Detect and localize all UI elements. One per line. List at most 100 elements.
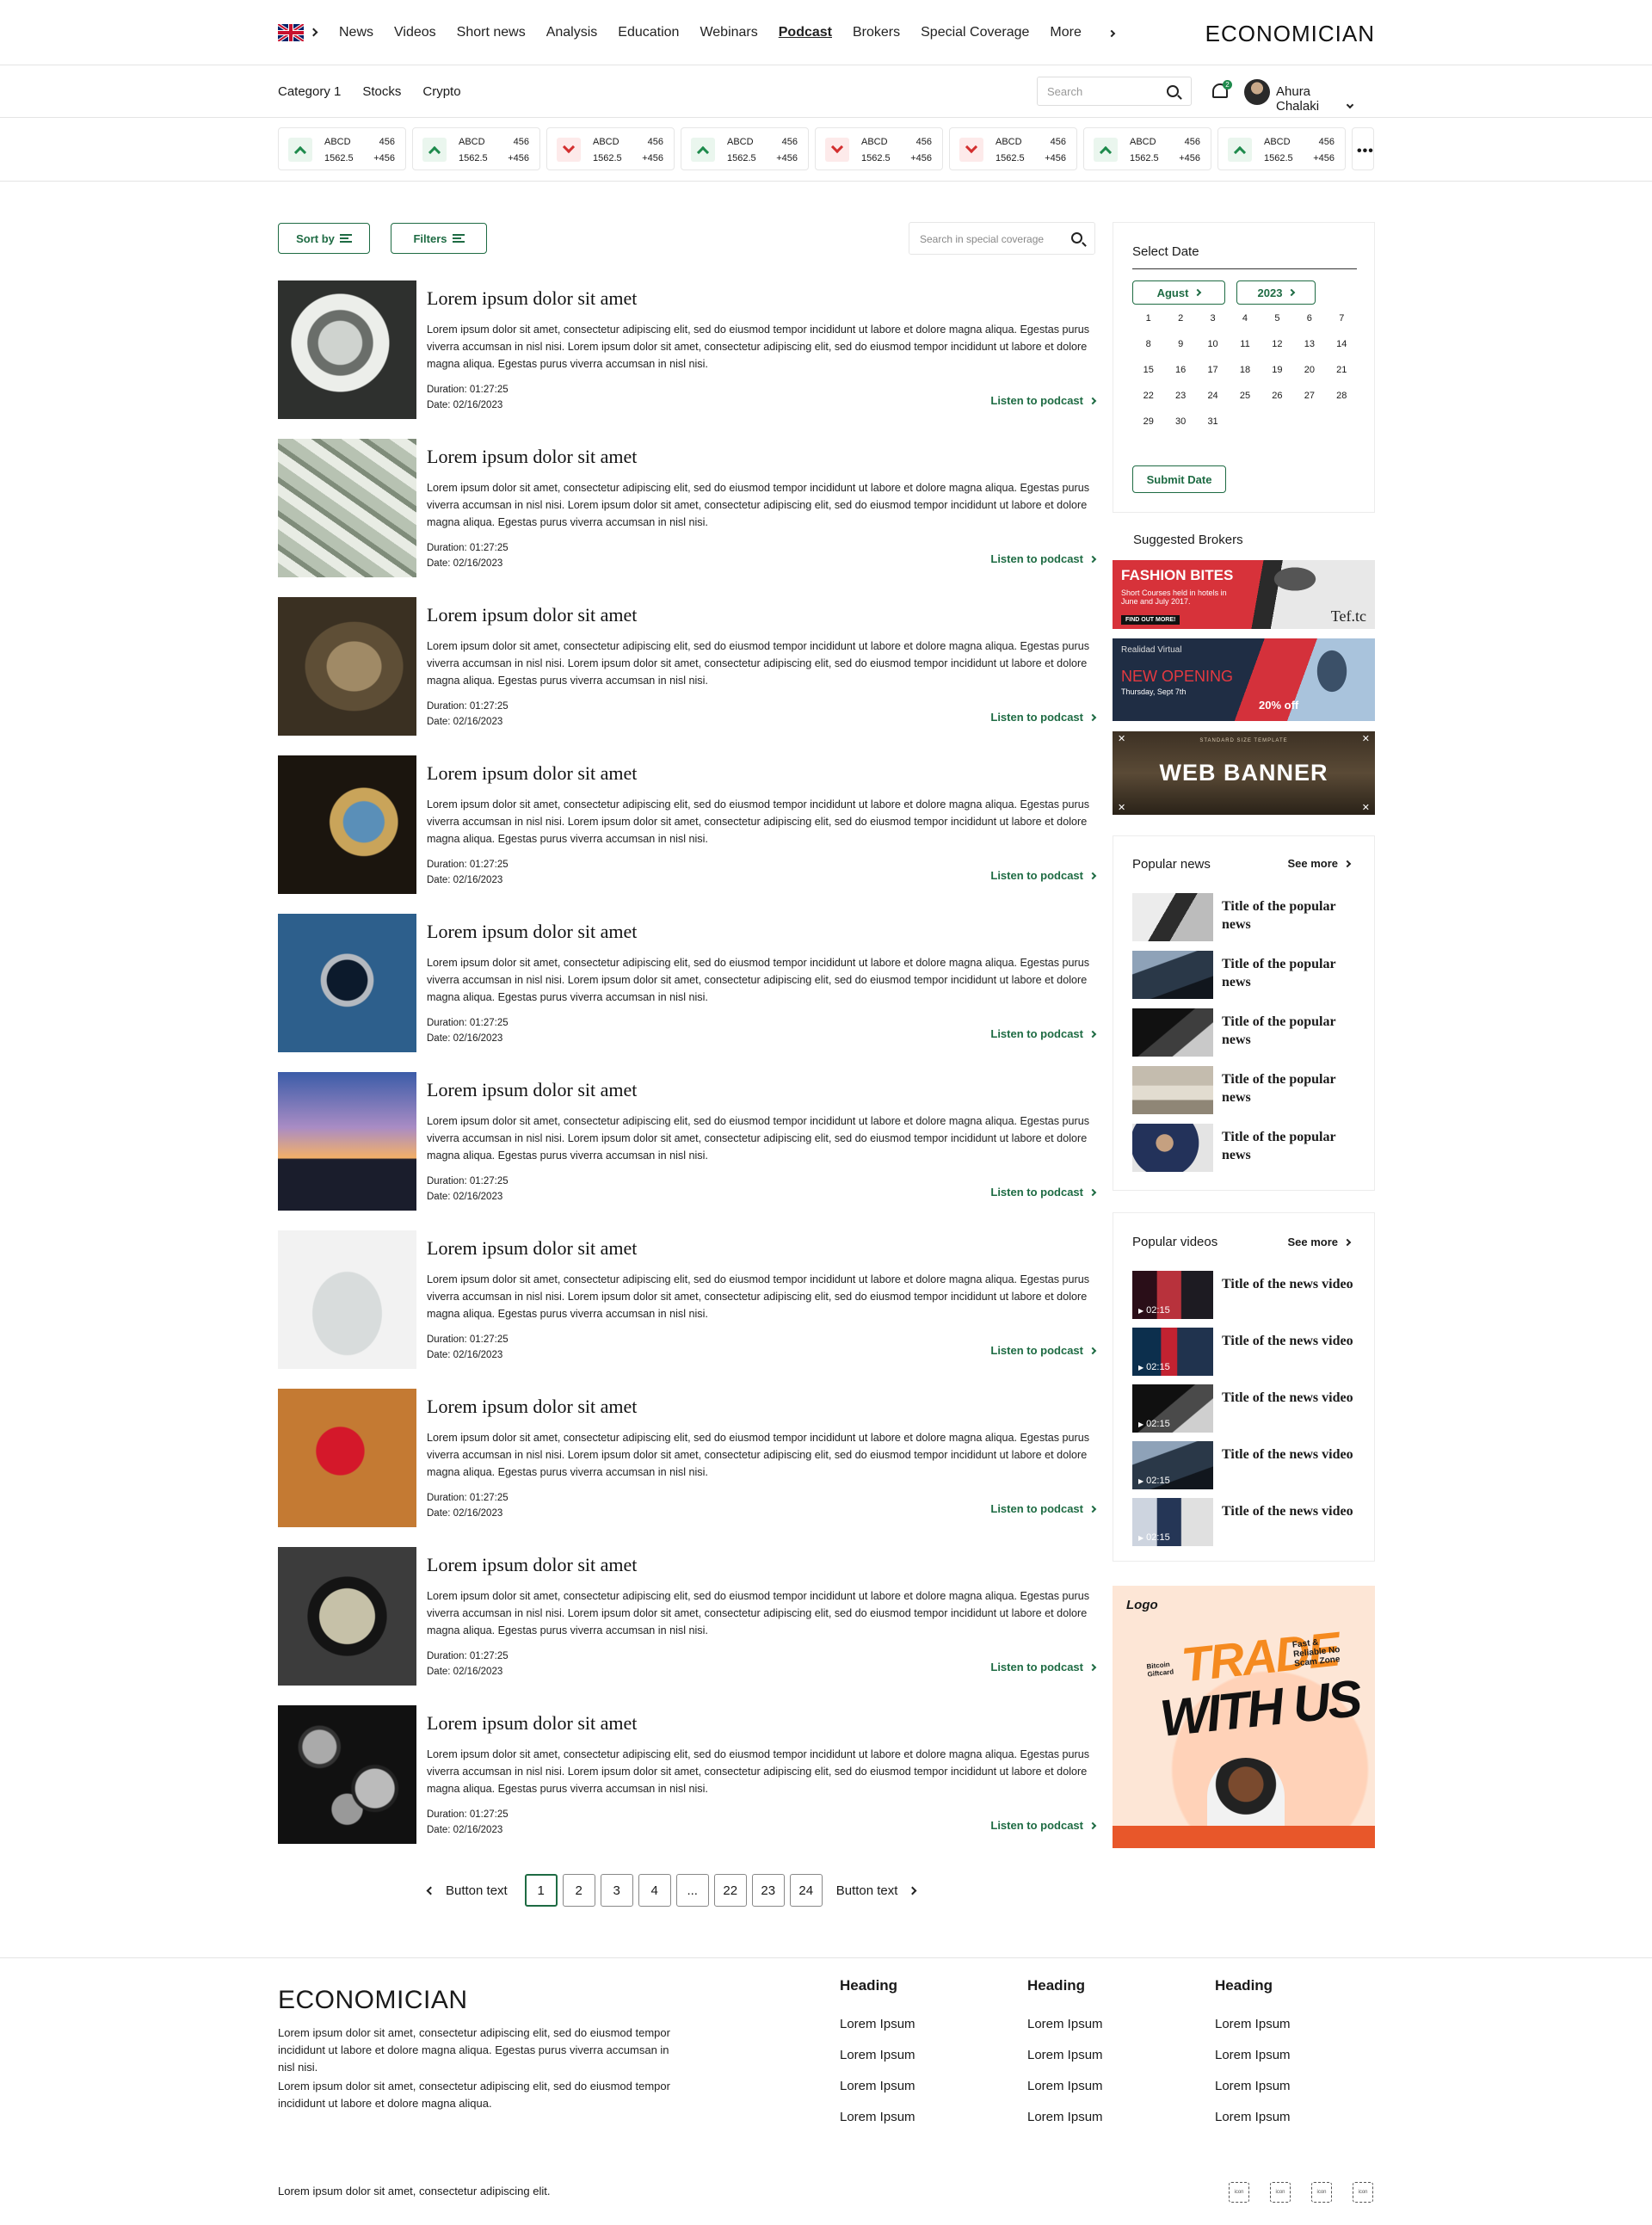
calendar-day[interactable]: 28 [1326, 391, 1358, 401]
popular-news-item[interactable]: Title of the popular news [1132, 893, 1356, 941]
listen-to-podcast-link[interactable]: Listen to podcast [990, 1027, 1097, 1040]
footer-link[interactable]: Lorem Ipsum [1027, 2048, 1191, 2062]
calendar-day[interactable]: 6 [1293, 313, 1325, 324]
footer-link[interactable]: Lorem Ipsum [1215, 2017, 1378, 2031]
footer-link[interactable]: Lorem Ipsum [840, 2017, 1003, 2031]
nav-podcast[interactable]: Podcast [779, 25, 832, 40]
calendar-day[interactable]: 7 [1326, 313, 1358, 324]
social-icon-4[interactable]: icon [1353, 2182, 1373, 2203]
month-select[interactable]: Agust [1132, 280, 1225, 305]
sort-by-button[interactable]: Sort by [278, 223, 370, 254]
popular-video-item[interactable]: ▶ 02:15 Title of the news video [1132, 1441, 1356, 1489]
ticker-item[interactable]: ABCD 1562.5 456 +456 [1083, 127, 1211, 170]
footer-logo[interactable]: ECONOMICIAN [278, 1986, 468, 2015]
podcast-title[interactable]: Lorem ipsum dolor sit amet [427, 762, 637, 785]
popular-video-item[interactable]: ▶ 02:15 Title of the news video [1132, 1384, 1356, 1433]
podcast-title[interactable]: Lorem ipsum dolor sit amet [427, 1237, 637, 1260]
benjamin-franklin-image[interactable] [278, 597, 416, 736]
subnav-crypto[interactable]: Crypto [422, 84, 460, 99]
calendar-day[interactable]: 16 [1164, 365, 1196, 375]
site-logo[interactable]: ECONOMICIAN [1205, 21, 1375, 47]
year-select[interactable]: 2023 [1236, 280, 1316, 305]
pagination-prev-button[interactable]: Button text [426, 1883, 508, 1898]
nav-analysis[interactable]: Analysis [546, 25, 598, 40]
footer-link[interactable]: Lorem Ipsum [840, 2079, 1003, 2093]
calendar-day[interactable]: 18 [1229, 365, 1261, 375]
listen-to-podcast-link[interactable]: Listen to podcast [990, 1186, 1097, 1199]
podcast-title[interactable]: Lorem ipsum dolor sit amet [427, 446, 637, 468]
footer-link[interactable]: Lorem Ipsum [1215, 2048, 1378, 2062]
ticker-item[interactable]: ABCD 1562.5 456 +456 [546, 127, 675, 170]
close-icon[interactable]: ✕ [1118, 733, 1125, 744]
listen-to-podcast-link[interactable]: Listen to podcast [990, 869, 1097, 882]
page-number-button[interactable]: 24 [789, 1874, 823, 1907]
calendar-day[interactable]: 23 [1164, 391, 1196, 401]
calendar-day[interactable]: 31 [1197, 416, 1229, 427]
page-number-button[interactable]: 23 [751, 1874, 785, 1907]
nav-videos[interactable]: Videos [394, 25, 436, 40]
calendar-day[interactable]: 15 [1132, 365, 1164, 375]
calendar-day[interactable]: 29 [1132, 416, 1164, 427]
podcast-title[interactable]: Lorem ipsum dolor sit amet [427, 604, 637, 626]
search-input[interactable]: Search [1037, 77, 1192, 106]
subnav-stocks[interactable]: Stocks [362, 84, 401, 99]
wallet-cash-image[interactable] [278, 1547, 416, 1686]
calendar-day[interactable]: 14 [1326, 339, 1358, 349]
footer-link[interactable]: Lorem Ipsum [1215, 2110, 1378, 2124]
nav-brokers[interactable]: Brokers [853, 25, 900, 40]
ticker-more-button[interactable]: ••• [1352, 127, 1374, 170]
nav-short-news[interactable]: Short news [457, 25, 526, 40]
user-menu[interactable]: Ahura Chalaki [1276, 84, 1375, 114]
social-icon-2[interactable]: icon [1270, 2182, 1291, 2203]
footer-link[interactable]: Lorem Ipsum [1027, 2079, 1191, 2093]
calendar-day[interactable]: 8 [1132, 339, 1164, 349]
footer-link[interactable]: Lorem Ipsum [840, 2110, 1003, 2124]
search-icon[interactable] [1167, 85, 1179, 97]
popular-video-item[interactable]: ▶ 02:15 Title of the news video [1132, 1271, 1356, 1319]
city-skyline-image[interactable] [278, 1072, 416, 1211]
filters-button[interactable]: Filters [391, 223, 487, 254]
listen-to-podcast-link[interactable]: Listen to podcast [990, 711, 1097, 724]
popular-news-see-more[interactable]: See more [1287, 857, 1352, 870]
listen-to-podcast-link[interactable]: Listen to podcast [990, 1819, 1097, 1832]
listen-to-podcast-link[interactable]: Listen to podcast [990, 1344, 1097, 1357]
popular-video-item[interactable]: ▶ 02:15 Title of the news video [1132, 1328, 1356, 1376]
podcast-title[interactable]: Lorem ipsum dolor sit amet [427, 1554, 637, 1576]
special-coverage-search-input[interactable]: Search in special coverage [909, 222, 1095, 255]
ticker-item[interactable]: ABCD 1562.5 456 +456 [278, 127, 406, 170]
nav-news[interactable]: News [339, 25, 373, 40]
nav-more[interactable]: More [1050, 25, 1135, 40]
page-number-button[interactable]: 4 [638, 1874, 671, 1907]
calendar-day[interactable]: 27 [1293, 391, 1325, 401]
popular-videos-see-more[interactable]: See more [1287, 1236, 1352, 1248]
footer-link[interactable]: Lorem Ipsum [1215, 2079, 1378, 2093]
pagination-next-button[interactable]: Button text [836, 1883, 917, 1898]
popular-news-item[interactable]: Title of the popular news [1132, 1124, 1356, 1172]
listen-to-podcast-link[interactable]: Listen to podcast [990, 1502, 1097, 1515]
calendar-day[interactable]: 24 [1197, 391, 1229, 401]
compass-image[interactable] [278, 914, 416, 1052]
subnav-category-1[interactable]: Category 1 [278, 84, 341, 99]
calendar-day[interactable]: 22 [1132, 391, 1164, 401]
calendar-day[interactable]: 2 [1164, 313, 1196, 324]
language-chevron-icon[interactable] [309, 28, 318, 37]
trade-with-us-ad[interactable]: Logo TRADE WITH US Fast & Reliable No Sc… [1113, 1586, 1375, 1848]
broker-banner-vr[interactable]: Realidad Virtual NEW OPENING Thursday, S… [1113, 638, 1375, 721]
calendar-day[interactable]: 11 [1229, 339, 1261, 349]
calendar-day[interactable]: 19 [1261, 365, 1293, 375]
close-icon[interactable]: ✕ [1362, 802, 1370, 813]
podcast-title[interactable]: Lorem ipsum dolor sit amet [427, 1079, 637, 1101]
listen-to-podcast-link[interactable]: Listen to podcast [990, 1661, 1097, 1673]
page-number-button[interactable]: 1 [524, 1874, 558, 1907]
calendar-day[interactable]: 9 [1164, 339, 1196, 349]
search-icon[interactable] [1071, 232, 1082, 243]
page-number-button[interactable]: ... [675, 1874, 709, 1907]
avatar[interactable] [1244, 79, 1270, 105]
nav-special-coverage[interactable]: Special Coverage [921, 25, 1029, 40]
calendar-day[interactable]: 20 [1293, 365, 1325, 375]
piggy-bank-image[interactable] [278, 1389, 416, 1527]
ticker-item[interactable]: ABCD 1562.5 456 +456 [949, 127, 1077, 170]
calendar-day[interactable]: 13 [1293, 339, 1325, 349]
notification-bell-icon[interactable]: 2 [1210, 80, 1232, 102]
podcast-title[interactable]: Lorem ipsum dolor sit amet [427, 1712, 637, 1735]
